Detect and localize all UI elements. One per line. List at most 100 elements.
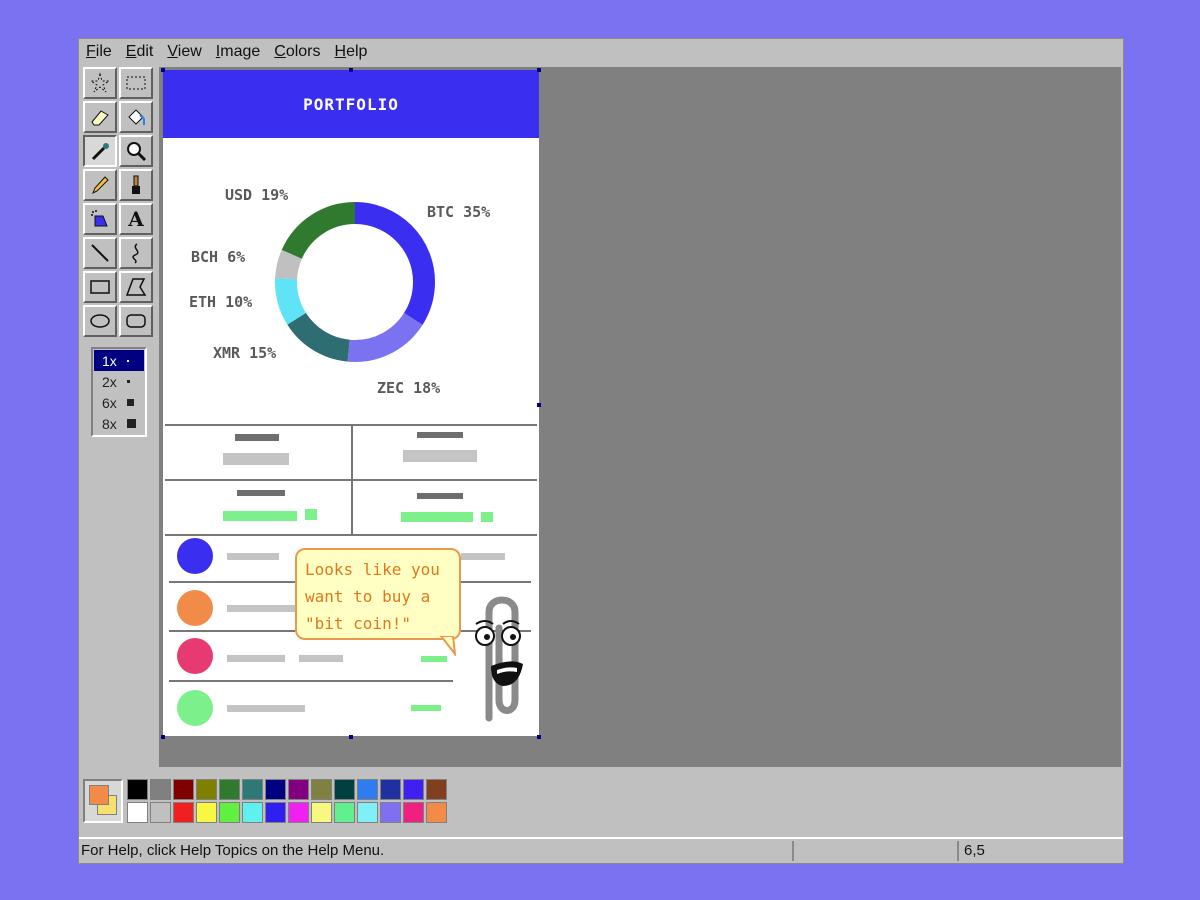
stat-progress-bar	[401, 512, 473, 522]
stat-label-placeholder	[417, 493, 463, 499]
color-palette	[79, 775, 1123, 829]
color-swatch[interactable]	[196, 802, 217, 823]
color-swatch[interactable]	[403, 802, 424, 823]
polygon-tool[interactable]	[119, 271, 153, 303]
size-dot-icon	[126, 419, 136, 428]
color-swatch[interactable]	[196, 779, 217, 800]
pencil-tool[interactable]	[83, 169, 117, 201]
color-swatch[interactable]	[426, 779, 447, 800]
list-text-placeholder	[227, 655, 285, 662]
color-swatch[interactable]	[288, 802, 309, 823]
ellipse-tool[interactable]	[83, 305, 117, 337]
workspace: PORTFOLIO BTC 35% ZEC 18% XMR 15% ETH 10…	[159, 67, 1121, 767]
free-form-select-icon	[89, 72, 111, 93]
pencil-icon	[92, 176, 109, 195]
color-swatch[interactable]	[150, 779, 171, 800]
ellipse-icon	[90, 314, 110, 328]
clippy-speech-bubble: Looks like you want to buy a "bit coin!"	[295, 548, 461, 640]
color-swatch[interactable]	[242, 779, 263, 800]
slice-label-xmr: XMR 15%	[213, 344, 277, 362]
status-coordinates: 6,5	[964, 842, 985, 859]
airbrush-tool[interactable]	[83, 203, 117, 235]
polygon-icon	[125, 278, 147, 296]
text-icon: A	[128, 207, 144, 231]
color-swatch[interactable]	[380, 779, 401, 800]
rectangle-tool[interactable]	[83, 271, 117, 303]
menu-view[interactable]: View	[160, 39, 208, 65]
color-swatch[interactable]	[265, 779, 286, 800]
zoom-option-1x[interactable]: 1x	[94, 350, 144, 371]
color-swatch[interactable]	[311, 802, 332, 823]
resize-handle[interactable]	[537, 68, 541, 72]
size-dot-icon	[126, 380, 130, 383]
list-change-placeholder	[421, 656, 447, 662]
fill-bucket-icon	[128, 109, 145, 125]
foreground-color-swatch	[89, 785, 109, 805]
zoom-option-2x[interactable]: 2x	[94, 371, 144, 392]
color-swatch[interactable]	[334, 802, 355, 823]
slice-label-eth: ETH 10%	[189, 293, 253, 311]
airbrush-icon	[91, 210, 108, 227]
select-tool[interactable]	[119, 67, 153, 99]
eraser-tool[interactable]	[83, 101, 117, 133]
brush-icon	[132, 175, 140, 194]
color-swatch[interactable]	[334, 779, 355, 800]
stat-value-placeholder	[223, 453, 289, 465]
curve-tool[interactable]	[119, 237, 153, 269]
list-text-placeholder	[227, 605, 297, 612]
menu-file[interactable]: File	[79, 39, 119, 65]
clippy-paperclip-icon	[475, 596, 523, 722]
menu-image[interactable]: Image	[209, 39, 267, 65]
zoom-options: 1x 2x 6x 8x	[91, 347, 147, 437]
color-swatch[interactable]	[219, 802, 240, 823]
color-picker-icon	[91, 143, 109, 161]
color-swatch[interactable]	[173, 779, 194, 800]
resize-handle[interactable]	[161, 735, 165, 739]
resize-handle[interactable]	[537, 735, 541, 739]
color-swatch[interactable]	[219, 779, 240, 800]
fill-tool[interactable]	[119, 101, 153, 133]
eraser-icon	[91, 110, 109, 126]
color-swatch[interactable]	[173, 802, 194, 823]
color-swatch[interactable]	[242, 802, 263, 823]
color-picker-tool[interactable]	[83, 135, 117, 167]
list-text-placeholder	[299, 655, 343, 662]
color-swatch[interactable]	[380, 802, 401, 823]
resize-handle[interactable]	[537, 403, 541, 407]
text-tool[interactable]: A	[119, 203, 153, 235]
brush-tool[interactable]	[119, 169, 153, 201]
color-swatch[interactable]	[127, 779, 148, 800]
line-tool[interactable]	[83, 237, 117, 269]
size-dot-icon	[126, 359, 129, 362]
color-swatch[interactable]	[265, 802, 286, 823]
color-swatch[interactable]	[426, 802, 447, 823]
color-swatch[interactable]	[150, 802, 171, 823]
color-swatch[interactable]	[127, 802, 148, 823]
resize-handle[interactable]	[349, 735, 353, 739]
current-colors[interactable]	[83, 779, 123, 823]
color-swatch[interactable]	[311, 779, 332, 800]
stat-progress-bar	[305, 509, 317, 520]
menu-help[interactable]: Help	[328, 39, 375, 65]
asset-dot	[177, 690, 213, 726]
rectangle-icon	[90, 280, 110, 294]
magnifier-tool[interactable]	[119, 135, 153, 167]
zoom-option-8x[interactable]: 8x	[94, 413, 144, 434]
curve-icon	[132, 243, 139, 264]
resize-handle[interactable]	[161, 68, 165, 72]
free-form-select-tool[interactable]	[83, 67, 117, 99]
color-swatch[interactable]	[403, 779, 424, 800]
color-swatch[interactable]	[357, 779, 378, 800]
color-swatch[interactable]	[357, 802, 378, 823]
resize-handle[interactable]	[349, 68, 353, 72]
rounded-rectangle-tool[interactable]	[119, 305, 153, 337]
magnifier-icon	[127, 142, 147, 162]
slice-label-usd: USD 19%	[225, 186, 289, 204]
portfolio-banner: PORTFOLIO	[163, 70, 539, 138]
color-swatch[interactable]	[288, 779, 309, 800]
menu-colors[interactable]: Colors	[267, 39, 327, 65]
stat-value-placeholder	[403, 450, 477, 462]
zoom-option-6x[interactable]: 6x	[94, 392, 144, 413]
menu-edit[interactable]: Edit	[119, 39, 161, 65]
drawing-canvas[interactable]: PORTFOLIO BTC 35% ZEC 18% XMR 15% ETH 10…	[163, 70, 539, 736]
